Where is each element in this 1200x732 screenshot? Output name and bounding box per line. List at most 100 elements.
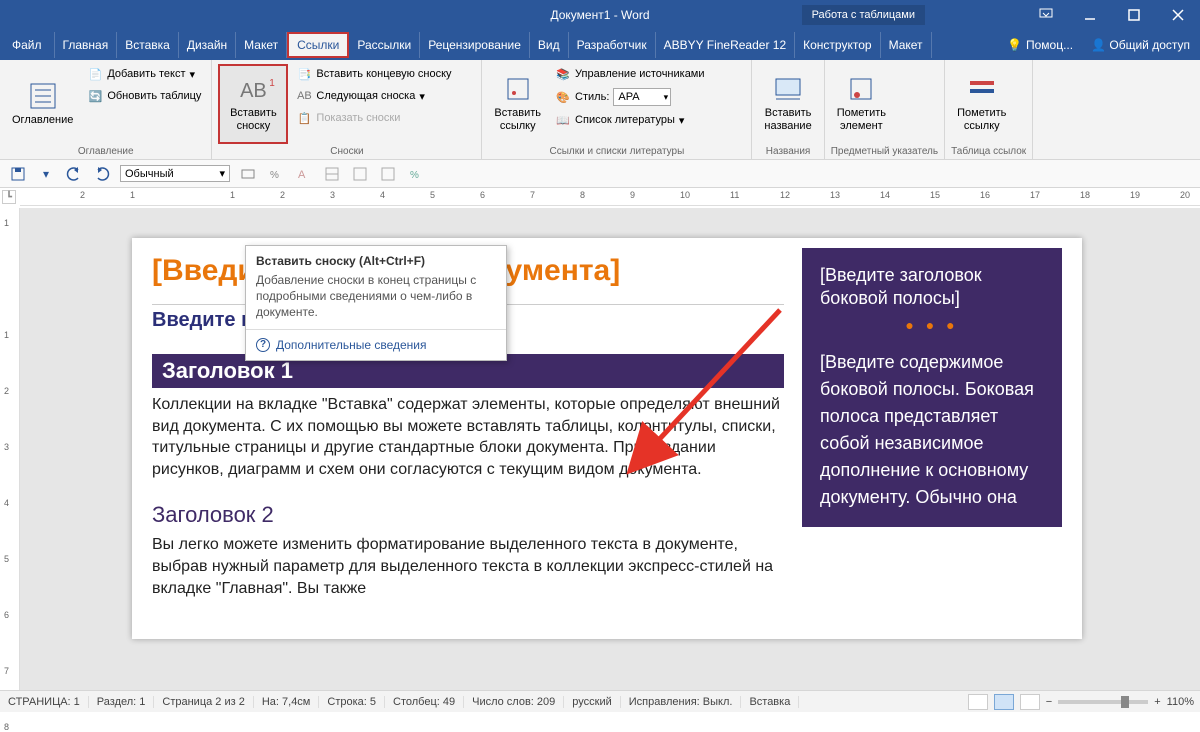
style-combo-qat[interactable]: Обычный▾: [120, 165, 230, 182]
document-canvas[interactable]: [Введите заголовок документа] Введите по…: [20, 208, 1200, 690]
status-pos[interactable]: На: 7,4см: [254, 696, 320, 708]
zoom-in-button[interactable]: +: [1154, 696, 1160, 708]
tell-me-label: Помоц...: [1026, 38, 1073, 52]
tab-home[interactable]: Главная: [55, 32, 118, 58]
qat-btn-1[interactable]: [238, 164, 258, 184]
group-footnotes-label: Сноски: [218, 144, 475, 157]
endnote-icon: 📑: [296, 66, 312, 82]
svg-text:%: %: [410, 170, 419, 181]
tab-table-design[interactable]: Конструктор: [795, 32, 880, 58]
view-print-button[interactable]: [994, 694, 1014, 710]
insert-caption-button[interactable]: Вставить название: [758, 64, 817, 142]
ruler-horizontal[interactable]: 211234567891011121314151617181920: [20, 188, 1200, 206]
svg-text:A: A: [298, 169, 306, 181]
close-button[interactable]: [1156, 0, 1200, 30]
redo-button[interactable]: [92, 164, 112, 184]
paragraph-1[interactable]: Коллекции на вкладке "Вставка" содержат …: [152, 394, 784, 480]
show-notes-label: Показать сноски: [316, 112, 400, 124]
next-footnote-button[interactable]: ABСледующая сноска ▾: [292, 86, 455, 106]
next-footnote-label: Следующая сноска: [316, 90, 415, 102]
tab-developer[interactable]: Разработчик: [569, 32, 656, 58]
group-citations-label: Ссылки и списки литературы: [488, 144, 745, 157]
tab-finereader[interactable]: ABBYY FineReader 12: [656, 32, 796, 58]
style-value: APA: [618, 91, 639, 103]
insert-citation-button[interactable]: Вставить ссылку: [488, 64, 547, 142]
tab-mailings[interactable]: Рассылки: [349, 32, 420, 58]
save-button[interactable]: [8, 164, 28, 184]
qat-btn-6[interactable]: [378, 164, 398, 184]
ribbon-options-icon[interactable]: [1024, 0, 1068, 30]
toc-icon: [27, 80, 59, 112]
view-web-button[interactable]: [1020, 694, 1040, 710]
bibliography-button[interactable]: 📖Список литературы ▾: [551, 110, 708, 130]
zoom-out-button[interactable]: −: [1046, 696, 1052, 708]
tell-me[interactable]: 💡Помоц...: [999, 38, 1081, 52]
tooltip-body: Добавление сноски в конец страницы с под…: [246, 270, 506, 329]
tooltip-more-link[interactable]: ?Дополнительные сведения: [246, 329, 506, 360]
zoom-value[interactable]: 110%: [1167, 696, 1194, 708]
show-footnotes-button: 📋 Показать сноски: [292, 108, 455, 128]
insert-endnote-button[interactable]: 📑Вставить концевую сноску: [292, 64, 455, 84]
minimize-button[interactable]: [1068, 0, 1112, 30]
status-page[interactable]: СТРАНИЦА: 1: [0, 696, 89, 708]
qat-dropdown[interactable]: ▾: [36, 164, 56, 184]
tab-design[interactable]: Дизайн: [179, 32, 236, 58]
tooltip-more-label: Дополнительные сведения: [276, 338, 426, 352]
tab-insert[interactable]: Вставка: [117, 32, 179, 58]
status-words[interactable]: Число слов: 209: [464, 696, 564, 708]
style-label-text: Стиль:: [575, 91, 609, 103]
group-index: Пометить элемент Предметный указатель: [825, 60, 945, 159]
tab-layout[interactable]: Макет: [236, 32, 287, 58]
share-button[interactable]: 👤 Общий доступ: [1081, 38, 1200, 52]
style-combo[interactable]: APA ▾: [613, 88, 671, 106]
titlebar: Документ1 - Word Работа с таблицами: [0, 0, 1200, 30]
sources-label: Управление источниками: [575, 68, 704, 80]
qat-btn-7[interactable]: %: [406, 164, 426, 184]
mark-citation-label: Пометить ссылку: [957, 107, 1006, 132]
chevron-down-icon: ▾: [664, 92, 669, 103]
add-text-icon: 📄: [87, 66, 103, 82]
qat-btn-2[interactable]: %: [266, 164, 286, 184]
insert-footnote-button[interactable]: АВ1 Вставить сноску: [218, 64, 288, 144]
status-track[interactable]: Исправления: Выкл.: [621, 696, 742, 708]
qat-btn-5[interactable]: [350, 164, 370, 184]
status-section[interactable]: Раздел: 1: [89, 696, 155, 708]
statusbar: СТРАНИЦА: 1 Раздел: 1 Страница 2 из 2 На…: [0, 690, 1200, 712]
update-toc-button[interactable]: 🔄Обновить таблицу: [83, 86, 205, 106]
group-toc: Оглавление 📄Добавить текст ▾ 🔄Обновить т…: [0, 60, 212, 159]
qat-btn-3[interactable]: A: [294, 164, 314, 184]
manage-sources-button[interactable]: 📚Управление источниками: [551, 64, 708, 84]
add-text-label: Добавить текст: [107, 68, 185, 80]
ruler-vertical[interactable]: ┗ 112345678: [0, 208, 20, 690]
toc-button[interactable]: Оглавление: [6, 64, 79, 142]
maximize-button[interactable]: [1112, 0, 1156, 30]
status-line[interactable]: Строка: 5: [319, 696, 385, 708]
mark-entry-label: Пометить элемент: [837, 107, 886, 132]
next-footnote-icon: AB: [296, 88, 312, 104]
zoom-slider[interactable]: [1058, 700, 1148, 704]
group-captions: Вставить название Названия: [752, 60, 824, 159]
status-pages[interactable]: Страница 2 из 2: [154, 696, 253, 708]
undo-button[interactable]: [64, 164, 84, 184]
ruler-corner-icon[interactable]: ┗: [2, 190, 16, 204]
show-notes-icon: 📋: [296, 110, 312, 126]
mark-citation-button[interactable]: Пометить ссылку: [951, 64, 1012, 142]
tab-view[interactable]: Вид: [530, 32, 569, 58]
qat-btn-4[interactable]: [322, 164, 342, 184]
heading-2[interactable]: Заголовок 2: [152, 502, 784, 528]
view-read-button[interactable]: [968, 694, 988, 710]
group-toa: Пометить ссылку Таблица ссылок: [945, 60, 1033, 159]
paragraph-2[interactable]: Вы легко можете изменить форматирование …: [152, 534, 784, 599]
status-lang[interactable]: русский: [564, 696, 620, 708]
tab-file[interactable]: Файл: [0, 32, 55, 58]
tab-review[interactable]: Рецензирование: [420, 32, 530, 58]
group-index-label: Предметный указатель: [831, 144, 938, 157]
status-col[interactable]: Столбец: 49: [385, 696, 464, 708]
tab-table-layout[interactable]: Макет: [881, 32, 932, 58]
add-text-button[interactable]: 📄Добавить текст ▾: [83, 64, 205, 84]
svg-text:%: %: [270, 170, 279, 181]
tab-references[interactable]: Ссылки: [287, 32, 349, 58]
sidebar-box[interactable]: [Введите заголовок боковой полосы] ● ● ●…: [802, 248, 1062, 527]
mark-entry-button[interactable]: Пометить элемент: [831, 64, 892, 142]
status-mode[interactable]: Вставка: [741, 696, 799, 708]
